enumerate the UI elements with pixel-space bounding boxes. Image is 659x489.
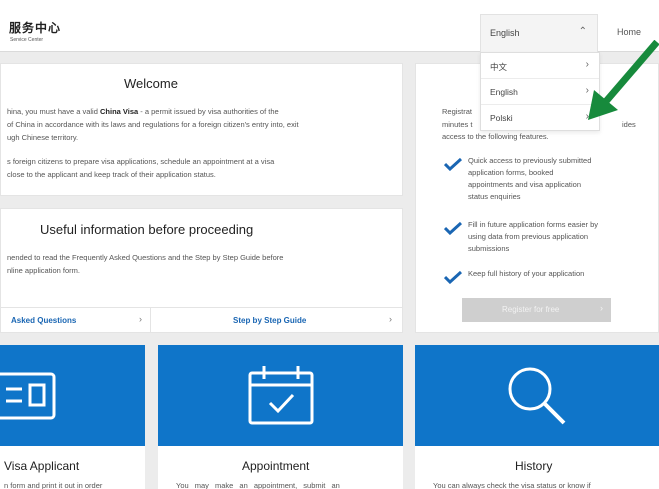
feature-text-line: Keep full history of your application [468, 269, 585, 278]
faq-link[interactable]: Asked Questions › [1, 307, 151, 332]
checkmark-icon [444, 221, 462, 235]
visa-applicant-text: n form and print it out in order [4, 481, 103, 489]
registration-text-line: Registrat [442, 107, 473, 116]
language-option-label: English [490, 87, 518, 97]
history-title: History [515, 459, 553, 473]
welcome-title: Welcome [124, 76, 178, 91]
pointer-arrow-icon [588, 40, 659, 120]
history-tile-body: History You can always check the visa st… [415, 446, 659, 489]
appointment-tile-body: Appointment You may make an appointment,… [158, 446, 403, 489]
language-selector-label: English [490, 28, 520, 38]
chevron-right-icon: › [389, 314, 392, 324]
useful-info-text-line: nended to read the Frequently Asked Ques… [7, 253, 284, 262]
feature-text-line: Fill in future application forms easier … [468, 220, 599, 229]
appointment-title: Appointment [242, 459, 310, 473]
feature-text-line: application forms, booked [468, 168, 554, 177]
welcome-text-line: of China in accordance with its laws and… [7, 120, 299, 129]
registration-text-line: minutes t [442, 120, 473, 129]
logo-subtitle: Service Center [10, 37, 44, 43]
checkmark-icon [444, 157, 462, 171]
history-text: You can always check the visa status or … [433, 481, 591, 489]
visa-applicant-tile[interactable] [0, 345, 145, 446]
welcome-text-line: close to the applicant and keep track of… [7, 170, 216, 179]
feature-text-line: Quick access to previously submitted [468, 156, 592, 165]
step-guide-link[interactable]: Step by Step Guide › [151, 307, 403, 332]
chevron-right-icon: › [600, 303, 603, 313]
checkmark-icon [444, 270, 462, 284]
register-button-label: Register for free [502, 305, 560, 314]
feature-text-line: submissions [468, 244, 510, 253]
visa-applicant-title: Visa Applicant [4, 459, 80, 473]
welcome-text-line: ugh Chinese territory. [7, 133, 79, 142]
top-bar: 服务中心 Service Center English ⌃ Home [0, 0, 659, 52]
logo[interactable]: 服务中心 [9, 19, 61, 36]
step-guide-link-label: Step by Step Guide [233, 316, 307, 325]
welcome-text-line: s foreign citizens to prepare visa appli… [7, 157, 275, 166]
useful-info-title: Useful information before proceeding [40, 222, 254, 237]
language-option-label: Polski [490, 113, 513, 123]
calendar-icon [248, 366, 314, 425]
faq-link-label: Asked Questions [11, 316, 77, 325]
magnifier-icon [508, 367, 566, 425]
welcome-text-line: hina, you must have a valid China Visa -… [7, 107, 279, 116]
appointment-text: You may make an appointment, submit an [176, 481, 340, 489]
chevron-up-icon: ⌃ [578, 26, 587, 37]
registration-text-line: access to the following features. [442, 132, 549, 141]
visa-applicant-tile-body: Visa Applicant n form and print it out i… [0, 446, 145, 489]
feature-text-line: status enquiries [468, 192, 521, 201]
feature-text-line: appointments and visa application [468, 180, 581, 189]
welcome-panel: Welcome hina, you must have a valid Chin… [0, 63, 403, 196]
chevron-right-icon: › [139, 314, 142, 324]
language-option-label: 中文 [490, 62, 508, 72]
feature-text-line: using data from previous application [468, 232, 589, 241]
useful-info-panel: Useful information before proceeding nen… [0, 208, 403, 333]
register-button[interactable]: Register for free › [462, 298, 611, 322]
appointment-tile[interactable] [158, 345, 403, 446]
id-card-icon [0, 372, 56, 420]
useful-info-text-line: nline application form. [7, 266, 80, 275]
history-tile[interactable] [415, 345, 659, 446]
home-link[interactable]: Home [617, 27, 641, 37]
